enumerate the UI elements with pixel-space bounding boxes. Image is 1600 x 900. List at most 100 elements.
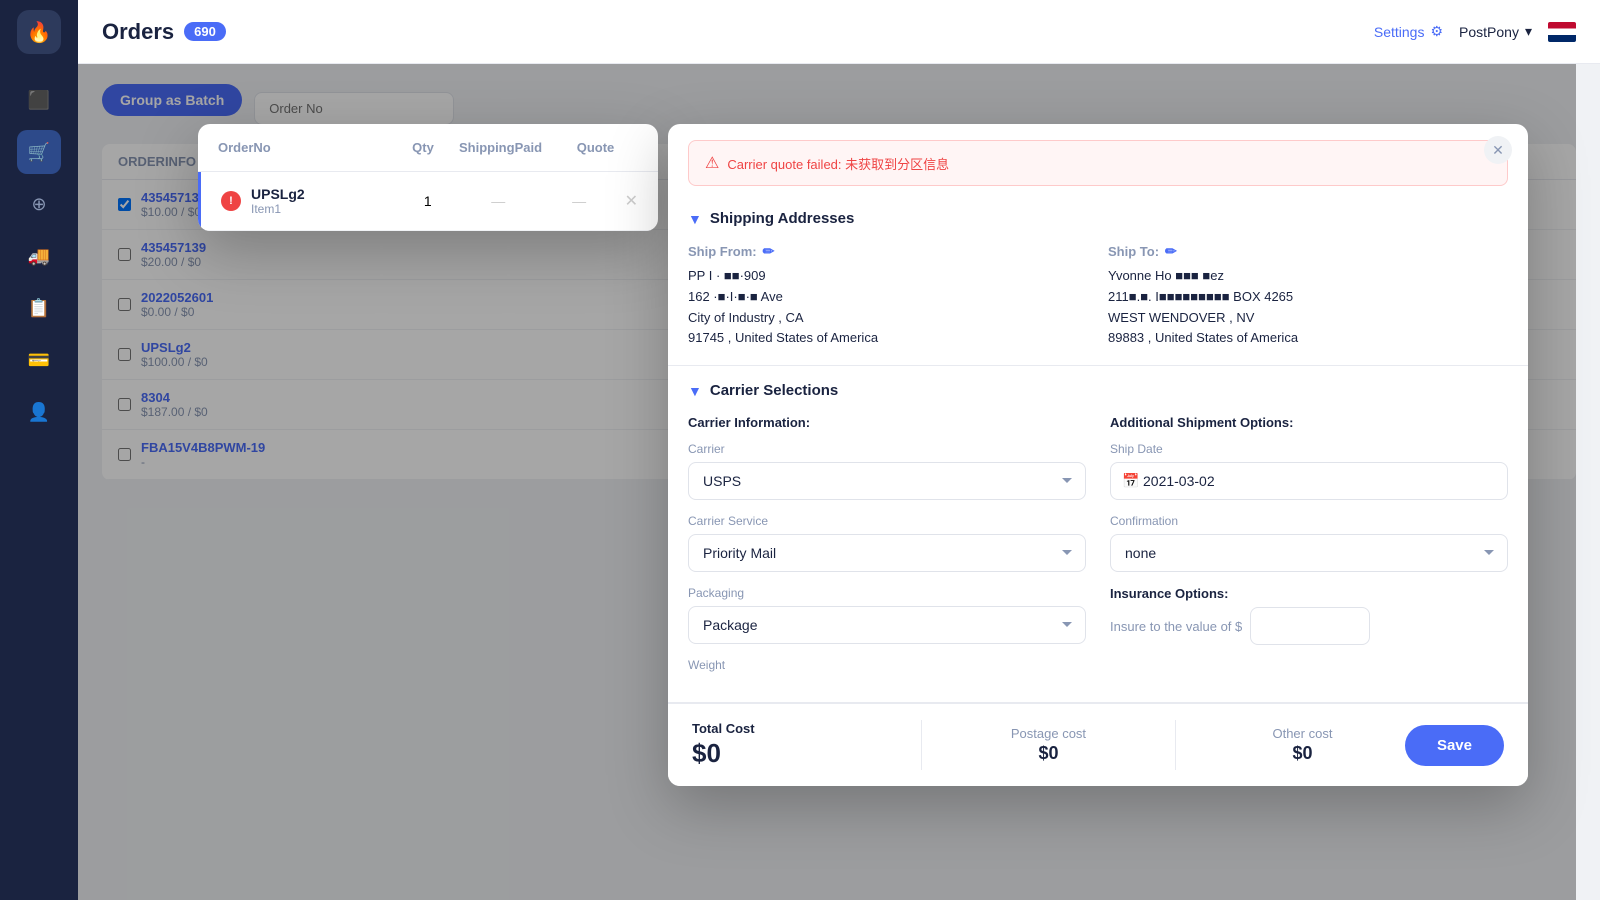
modal-left-header: OrderNo Qty ShippingPaid Quote — [198, 124, 658, 172]
ship-from-label: Ship From: ✏ — [688, 243, 1088, 260]
sidebar-item-orders[interactable]: ⬛ — [17, 78, 61, 122]
additional-options-col: Additional Shipment Options: Ship Date 📅… — [1110, 415, 1508, 686]
packaging-label: Packaging — [688, 586, 1086, 600]
topbar: Orders 690 Settings ⚙ PostPony ▾ — [78, 0, 1600, 64]
ship-from-block: Ship From: ✏ PP I · ■■·909 162 ·■·I·■·■ … — [688, 243, 1088, 349]
postage-cost-label: Postage cost — [1011, 726, 1086, 741]
ship-date-input-wrapper: 📅 — [1110, 462, 1508, 500]
additional-shipment-label: Additional Shipment Options: — [1110, 415, 1508, 430]
sidebar-item-scan[interactable]: ⊕ — [17, 182, 61, 226]
section-title-shipping: ▼ Shipping Addresses — [688, 210, 1508, 227]
carrier-service-label: Carrier Service — [688, 514, 1086, 528]
calendar-icon: 📅 — [1122, 473, 1139, 490]
carrier-info-col: Carrier Information: Carrier USPS Carrie… — [688, 415, 1086, 686]
col-qty-header: Qty — [398, 140, 448, 155]
order-item-row[interactable]: ! UPSLg2 Item1 1 — — ✕ — [198, 172, 658, 231]
orders-title: Orders — [102, 19, 174, 45]
col-shippingpaid-header: ShippingPaid — [458, 140, 543, 155]
settings-button[interactable]: Settings ⚙ — [1374, 23, 1443, 40]
close-modal-button[interactable]: ✕ — [1484, 136, 1512, 164]
error-message: Carrier quote failed: 未获取到分区信息 — [727, 154, 949, 173]
gear-icon: ⚙ — [1430, 23, 1443, 40]
shipping-addresses-section: ▼ Shipping Addresses Ship From: ✏ PP I ·… — [668, 194, 1528, 366]
insurance-section: Insurance Options: Insure to the value o… — [1110, 586, 1508, 645]
carrier-selections-section: ▼ Carrier Selections Carrier Information… — [668, 366, 1528, 703]
confirmation-form-group: Confirmation none — [1110, 514, 1508, 572]
section-title-carrier: ▼ Carrier Selections — [688, 382, 1508, 399]
carrier-select[interactable]: USPS — [688, 462, 1086, 500]
col-quote-header: Quote — [553, 140, 638, 155]
shipping-icon: 🚚 — [28, 246, 50, 267]
carrier-selections-label: Carrier Selections — [710, 382, 838, 399]
item-order-sub: Item1 — [251, 202, 393, 216]
total-cost-label: Total Cost — [692, 721, 897, 736]
carrier-form-group: Carrier USPS — [688, 442, 1086, 500]
ship-to-line4: 89883 , United States of America — [1108, 328, 1508, 349]
chevron-down-icon: ▾ — [1525, 23, 1532, 40]
other-cost-value: $0 — [1292, 743, 1312, 764]
remove-item-button[interactable]: ✕ — [625, 191, 638, 211]
total-cost-block: Total Cost $0 — [692, 721, 897, 769]
insurance-value-input[interactable] — [1250, 607, 1370, 645]
scan-icon: ⊕ — [31, 194, 46, 215]
other-cost-label: Other cost — [1272, 726, 1332, 741]
chevron-collapse-icon[interactable]: ▼ — [688, 211, 702, 227]
shipping-addresses-label: Shipping Addresses — [710, 210, 854, 227]
ship-date-form-group: Ship Date 📅 — [1110, 442, 1508, 500]
cost-divider — [921, 720, 922, 770]
save-button[interactable]: Save — [1405, 725, 1504, 766]
ship-to-line2: 211■.■. I■■■■■■■■■ BOX 4265 — [1108, 287, 1508, 308]
modal-footer: Total Cost $0 Postage cost $0 Other cost… — [668, 703, 1528, 786]
main-area: Orders 690 Settings ⚙ PostPony ▾ Group a… — [78, 0, 1600, 900]
weight-label: Weight — [688, 658, 1086, 672]
carrier-label: Carrier — [688, 442, 1086, 456]
other-cost-block: Other cost $0 — [1200, 726, 1405, 764]
orders-count-badge: 690 — [184, 22, 226, 41]
ship-to-block: Ship To: ✏ Yvonne Ho ■■■ ■ez 211■.■. I■■… — [1108, 243, 1508, 349]
edit-ship-to-icon[interactable]: ✏ — [1165, 243, 1177, 260]
weight-form-group: Weight — [688, 658, 1086, 672]
total-cost-value: $0 — [692, 738, 897, 769]
edit-ship-from-icon[interactable]: ✏ — [763, 243, 775, 260]
topbar-right: Settings ⚙ PostPony ▾ — [1374, 22, 1576, 42]
error-indicator: ! — [221, 191, 241, 211]
flag-icon — [1548, 22, 1576, 42]
item-qty: 1 — [403, 193, 453, 209]
insurance-label: Insurance Options: — [1110, 586, 1508, 601]
sidebar: 🔥 ⬛ 🛒 ⊕ 🚚 📋 💳 👤 — [0, 0, 78, 900]
ship-from-line4: 91745 , United States of America — [688, 328, 1088, 349]
ship-from-line3: City of Industry , CA — [688, 308, 1088, 329]
ship-from-line2: 162 ·■·I·■·■ Ave — [688, 287, 1088, 308]
postage-cost-block: Postage cost $0 — [946, 726, 1151, 764]
ship-to-line3: WEST WENDOVER , NV — [1108, 308, 1508, 329]
confirmation-select[interactable]: none — [1110, 534, 1508, 572]
item-order-id: UPSLg2 — [251, 186, 393, 202]
shipping-details-modal: ✕ ⚠ Carrier quote failed: 未获取到分区信息 ▼ Shi… — [668, 124, 1528, 786]
col-orderno-header: OrderNo — [218, 140, 388, 155]
users-icon: 👤 — [28, 402, 50, 423]
order-items-modal: OrderNo Qty ShippingPaid Quote ! UPSLg2 … — [198, 124, 658, 231]
insurance-input-row: Insure to the value of $ — [1110, 607, 1508, 645]
orders-icon: ⬛ — [28, 90, 50, 111]
user-label: PostPony — [1459, 24, 1519, 40]
carrier-info-label: Carrier Information: — [688, 415, 1086, 430]
ship-date-input[interactable] — [1110, 462, 1508, 500]
chevron-collapse-carrier-icon[interactable]: ▼ — [688, 383, 702, 399]
sidebar-item-billing[interactable]: 💳 — [17, 338, 61, 382]
carrier-grid: Carrier Information: Carrier USPS Carrie… — [688, 415, 1508, 686]
carrier-service-form-group: Carrier Service Priority Mail — [688, 514, 1086, 572]
ship-date-label: Ship Date — [1110, 442, 1508, 456]
confirmation-label: Confirmation — [1110, 514, 1508, 528]
item-quote: — — [544, 193, 615, 209]
user-menu-button[interactable]: PostPony ▾ — [1459, 23, 1532, 40]
packaging-select[interactable]: Package — [688, 606, 1086, 644]
ship-to-line1: Yvonne Ho ■■■ ■ez — [1108, 266, 1508, 287]
sidebar-item-products[interactable]: 🛒 — [17, 130, 61, 174]
sidebar-logo[interactable]: 🔥 — [17, 10, 61, 54]
sidebar-item-shipping[interactable]: 🚚 — [17, 234, 61, 278]
sidebar-item-users[interactable]: 👤 — [17, 390, 61, 434]
save-label: Save — [1437, 737, 1472, 754]
item-shipping-paid: — — [463, 193, 534, 209]
carrier-service-select[interactable]: Priority Mail — [688, 534, 1086, 572]
sidebar-item-reports[interactable]: 📋 — [17, 286, 61, 330]
